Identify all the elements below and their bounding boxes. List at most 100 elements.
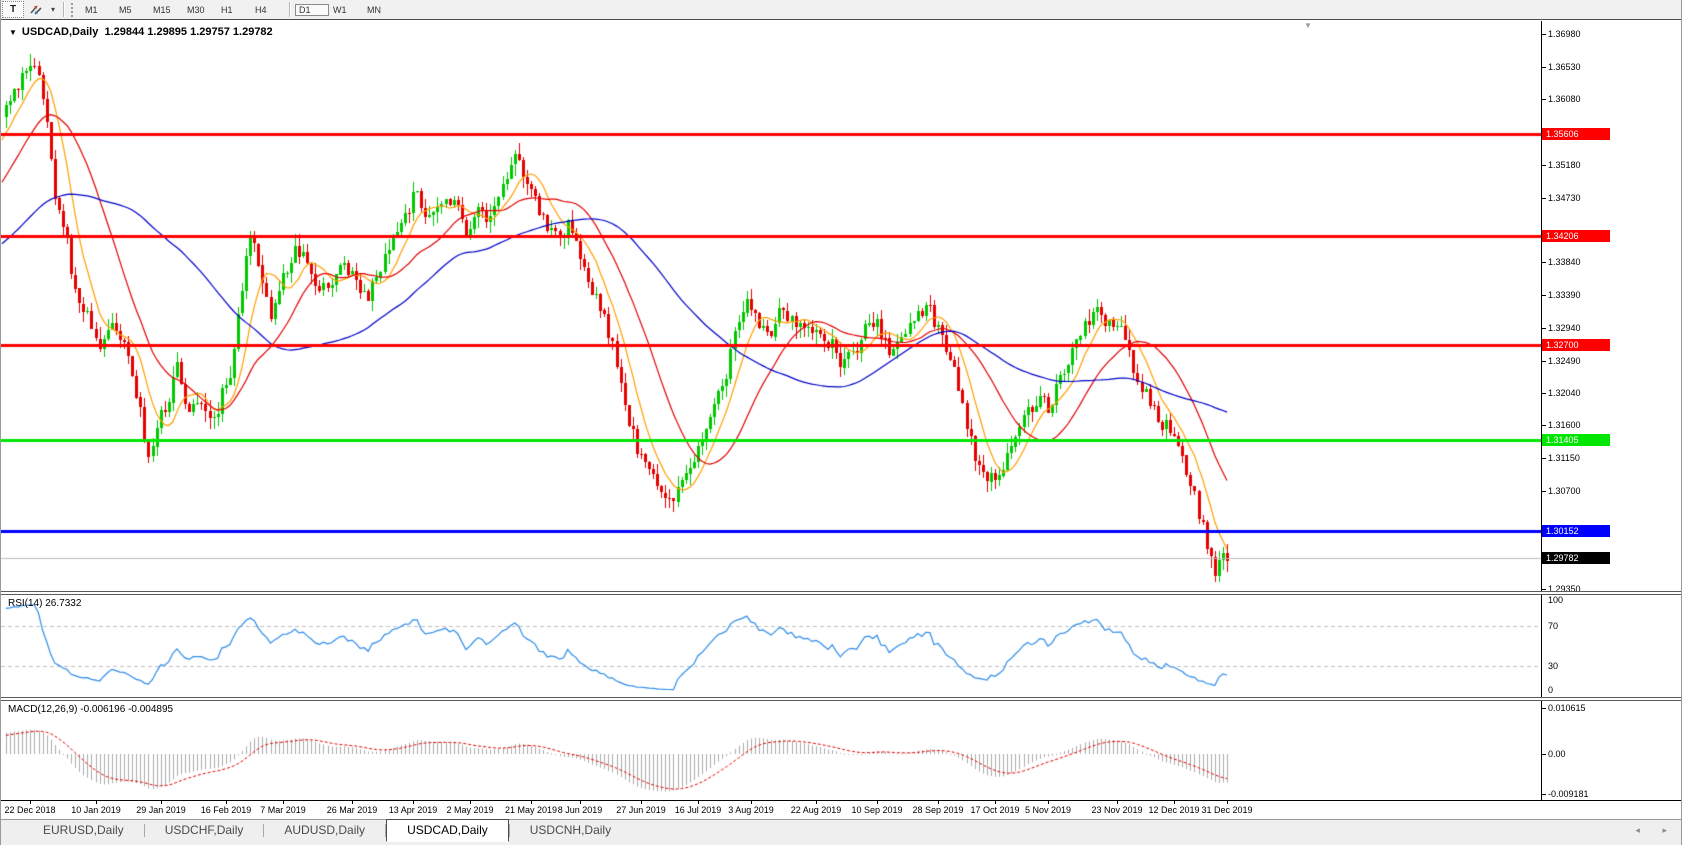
date-label: 26 Mar 2019 bbox=[327, 805, 378, 815]
date-tick-mark bbox=[352, 801, 353, 804]
timeframe-m5[interactable]: M5 bbox=[115, 4, 149, 16]
tab-usdcnh-daily[interactable]: USDCNH,Daily bbox=[510, 820, 631, 840]
date-label: 16 Feb 2019 bbox=[201, 805, 252, 815]
tab-audusd-daily[interactable]: AUDUSD,Daily bbox=[264, 820, 385, 840]
price-tick-mark bbox=[1541, 165, 1546, 166]
macd-tick-mark bbox=[1541, 708, 1546, 709]
price-tick-mark bbox=[1541, 295, 1546, 296]
date-tick-mark bbox=[161, 801, 162, 804]
date-label: 29 Jan 2019 bbox=[136, 805, 186, 815]
date-tick-mark bbox=[96, 801, 97, 804]
macd-tick-label: -0.009181 bbox=[1548, 789, 1589, 799]
date-label: 17 Oct 2019 bbox=[970, 805, 1019, 815]
toolbar-separator bbox=[289, 2, 291, 17]
date-tick-mark bbox=[698, 801, 699, 804]
price-tick-mark bbox=[1541, 67, 1546, 68]
price-tick-label: 1.32040 bbox=[1548, 388, 1581, 398]
date-tick-mark bbox=[413, 801, 414, 804]
date-tick-mark bbox=[470, 801, 471, 804]
hline-price-tag[interactable]: 1.30152 bbox=[1542, 525, 1610, 537]
chart-shift-marker-icon[interactable]: ▼ bbox=[1304, 21, 1312, 30]
tab-scroll-right-icon[interactable]: ▸ bbox=[1662, 825, 1677, 835]
date-label: 31 Dec 2019 bbox=[1201, 805, 1252, 815]
macd-indicator-canvas[interactable] bbox=[1, 700, 1541, 800]
price-tick-mark bbox=[1541, 589, 1546, 590]
price-tick-label: 1.36080 bbox=[1548, 94, 1581, 104]
price-tick-mark bbox=[1541, 328, 1546, 329]
date-tick-mark bbox=[816, 801, 817, 804]
macd-tick-label: 0.00 bbox=[1548, 749, 1566, 759]
hline-price-tag[interactable]: 1.31405 bbox=[1542, 434, 1610, 446]
date-tick-mark bbox=[938, 801, 939, 804]
date-label: 2 May 2019 bbox=[446, 805, 493, 815]
price-tick-label: 1.35180 bbox=[1548, 160, 1581, 170]
arrow-objects-icon[interactable] bbox=[26, 2, 46, 17]
timeframe-m30[interactable]: M30 bbox=[183, 4, 217, 16]
tab-usdcad-daily[interactable]: USDCAD,Daily bbox=[386, 819, 509, 842]
price-tick-label: 1.34730 bbox=[1548, 193, 1581, 203]
date-tick-mark bbox=[1227, 801, 1228, 804]
arrow-objects-glyph bbox=[29, 3, 44, 16]
date-tick-mark bbox=[226, 801, 227, 804]
hline-price-tag[interactable]: 1.32700 bbox=[1542, 339, 1610, 351]
rsi-label: RSI(14) 26.7332 bbox=[8, 598, 81, 609]
price-tick-label: 1.31600 bbox=[1548, 420, 1581, 430]
drawing-dropdown-caret[interactable]: ▾ bbox=[48, 2, 58, 17]
timeframe-d1[interactable]: D1 bbox=[295, 4, 329, 16]
timeframe-mn[interactable]: MN bbox=[363, 4, 397, 16]
date-tick-mark bbox=[580, 801, 581, 804]
price-tick-mark bbox=[1541, 458, 1546, 459]
date-label: 23 Nov 2019 bbox=[1091, 805, 1142, 815]
toolbar-grip[interactable] bbox=[71, 3, 76, 17]
date-label: 5 Nov 2019 bbox=[1025, 805, 1071, 815]
macd-label: MACD(12,26,9) -0.006196 -0.004895 bbox=[8, 704, 173, 715]
panel-separator-macd[interactable] bbox=[1, 697, 1682, 701]
tab-scroll-arrows: ◂ ▸ bbox=[1635, 825, 1677, 836]
tab-usdchf-daily[interactable]: USDCHF,Daily bbox=[145, 820, 264, 840]
date-tick-mark bbox=[1048, 801, 1049, 804]
date-tick-mark bbox=[641, 801, 642, 804]
hline-price-tag[interactable]: 1.34206 bbox=[1542, 230, 1610, 242]
price-tick-mark bbox=[1541, 34, 1546, 35]
timeframe-h4[interactable]: H4 bbox=[251, 4, 285, 16]
price-tick-label: 1.32490 bbox=[1548, 356, 1581, 366]
date-tick-mark bbox=[1117, 801, 1118, 804]
date-label: 27 Jun 2019 bbox=[616, 805, 666, 815]
date-label: 21 May 2019 bbox=[505, 805, 557, 815]
rsi-level-label: 0 bbox=[1548, 685, 1553, 695]
date-label: 22 Aug 2019 bbox=[791, 805, 842, 815]
price-tick-mark bbox=[1541, 393, 1546, 394]
price-tick-mark bbox=[1541, 99, 1546, 100]
timeframe-m15[interactable]: M15 bbox=[149, 4, 183, 16]
macd-tick-mark bbox=[1541, 794, 1546, 795]
price-tick-label: 1.31150 bbox=[1548, 453, 1580, 463]
price-tick-label: 1.33390 bbox=[1548, 290, 1581, 300]
date-label: 7 Mar 2019 bbox=[260, 805, 306, 815]
date-tick-mark bbox=[751, 801, 752, 804]
timeframe-buttons: M1M5M15M30H1H4 D1W1MN bbox=[81, 2, 397, 17]
hline-price-tag[interactable]: 1.35606 bbox=[1542, 128, 1610, 140]
price-chart-canvas[interactable] bbox=[1, 21, 1541, 590]
rsi-indicator-canvas[interactable] bbox=[1, 594, 1541, 696]
text-tool-button[interactable]: T bbox=[2, 1, 24, 18]
tab-scroll-left-icon[interactable]: ◂ bbox=[1635, 825, 1650, 835]
top-toolbar: T ▾ M1M5M15M30H1H4 D1W1MN bbox=[1, 0, 1682, 20]
timeframe-m1[interactable]: M1 bbox=[81, 4, 115, 16]
date-tick-mark bbox=[877, 801, 878, 804]
chart-tabs: EURUSD,DailyUSDCHF,DailyAUDUSD,DailyUSDC… bbox=[1, 820, 631, 842]
panel-separator-rsi[interactable] bbox=[1, 591, 1682, 595]
tab-eurusd-daily[interactable]: EURUSD,Daily bbox=[23, 820, 144, 840]
date-tick-mark bbox=[995, 801, 996, 804]
timeframe-w1[interactable]: W1 bbox=[329, 4, 363, 16]
chart-title-caret-icon[interactable]: ▼ bbox=[9, 28, 17, 37]
price-tick-mark bbox=[1541, 262, 1546, 263]
date-label: 8 Jun 2019 bbox=[558, 805, 603, 815]
date-label: 10 Jan 2019 bbox=[71, 805, 121, 815]
chart-symbol-period: USDCAD,Daily bbox=[22, 26, 98, 38]
date-label: 13 Apr 2019 bbox=[389, 805, 438, 815]
timeframe-h1[interactable]: H1 bbox=[217, 4, 251, 16]
price-tick-label: 1.30700 bbox=[1548, 486, 1581, 496]
price-tick-label: 1.32940 bbox=[1548, 323, 1581, 333]
rsi-level-label: 100 bbox=[1548, 595, 1563, 605]
date-label: 3 Aug 2019 bbox=[728, 805, 774, 815]
